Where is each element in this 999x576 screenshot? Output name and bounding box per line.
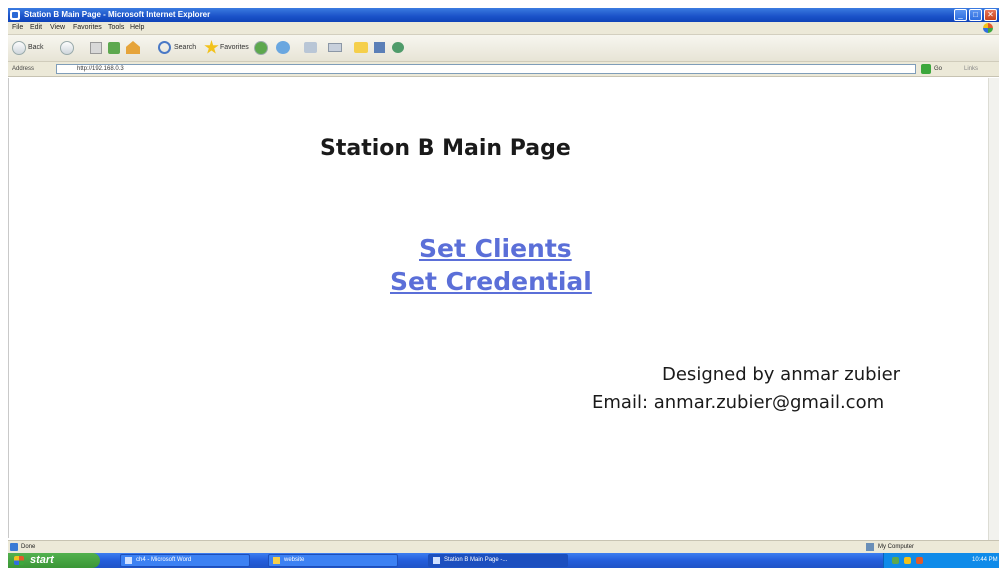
- search-icon[interactable]: [158, 41, 171, 54]
- page-done-icon: [10, 543, 18, 551]
- taskbar-item-word[interactable]: ch4 - Microsoft Word: [120, 554, 250, 567]
- refresh-icon[interactable]: [108, 42, 120, 54]
- menu-file[interactable]: File: [12, 22, 23, 34]
- taskbar-item-website[interactable]: website: [268, 554, 398, 567]
- ie-icon: [433, 557, 440, 564]
- favorites-label[interactable]: Favorites: [220, 40, 249, 56]
- links-button[interactable]: Links: [964, 62, 978, 76]
- menu-tools[interactable]: Tools: [108, 22, 124, 34]
- taskbar-item-station-b[interactable]: Station B Main Page -...: [428, 554, 568, 567]
- email-text: Email: anmar.zubier@gmail.com: [592, 392, 885, 413]
- menu-favorites[interactable]: Favorites: [73, 22, 102, 34]
- favorites-star-icon[interactable]: [204, 40, 219, 54]
- address-input[interactable]: http://192.168.0.3: [56, 64, 916, 74]
- folder-icon: [273, 557, 280, 564]
- window-title-bar[interactable]: Station B Main Page - Microsoft Internet…: [8, 8, 999, 22]
- go-button[interactable]: Go: [934, 62, 942, 76]
- word-icon: [125, 557, 132, 564]
- page-title: Station B Main Page: [320, 136, 571, 161]
- security-zone-text: My Computer: [878, 544, 915, 550]
- vertical-scrollbar[interactable]: [988, 78, 999, 540]
- stop-icon[interactable]: [90, 42, 102, 54]
- status-text: Done: [21, 544, 36, 550]
- windows-logo-icon: [983, 23, 993, 33]
- go-arrow-icon[interactable]: [921, 64, 931, 74]
- status-bar: Done My Computer: [8, 540, 999, 553]
- menu-edit[interactable]: Edit: [30, 22, 42, 34]
- clock[interactable]: 10:44 PM: [972, 553, 998, 568]
- close-button[interactable]: ✕: [984, 9, 997, 21]
- system-tray: 10:44 PM: [883, 553, 999, 568]
- window-title: Station B Main Page - Microsoft Internet…: [24, 10, 211, 19]
- toolbar: Back Search Favorites: [8, 35, 999, 62]
- my-computer-icon: [866, 543, 874, 551]
- taskbar: start ch4 - Microsoft Word website Stati…: [8, 553, 999, 568]
- set-clients-link[interactable]: Set Clients: [419, 234, 572, 263]
- address-label: Address: [12, 66, 35, 72]
- menu-view[interactable]: View: [50, 22, 65, 34]
- set-credential-link[interactable]: Set Credential: [390, 267, 592, 296]
- network-icon[interactable]: [892, 557, 899, 564]
- designed-by-text: Designed by anmar zubier: [662, 364, 901, 385]
- tools-icon[interactable]: [392, 42, 404, 53]
- mail-icon[interactable]: [328, 43, 342, 52]
- menu-help[interactable]: Help: [130, 22, 144, 34]
- messenger-icon[interactable]: [374, 42, 385, 53]
- forward-arrow-icon[interactable]: [60, 41, 74, 55]
- menu-bar: File Edit View Favorites Tools Help: [8, 22, 999, 35]
- volume-icon[interactable]: [904, 557, 911, 564]
- start-button[interactable]: start: [8, 553, 100, 568]
- home-icon[interactable]: [126, 41, 140, 54]
- ie-icon: [10, 10, 20, 20]
- maximize-button[interactable]: □: [969, 9, 982, 21]
- windows-flag-icon: [14, 556, 24, 565]
- back-arrow-icon[interactable]: [12, 41, 26, 55]
- back-label[interactable]: Back: [28, 40, 44, 56]
- address-bar: Address http://192.168.0.3 Go Links: [8, 62, 999, 77]
- history-icon[interactable]: [276, 41, 290, 54]
- folder-icon[interactable]: [354, 42, 368, 53]
- media-icon[interactable]: [254, 41, 268, 55]
- search-label[interactable]: Search: [174, 40, 196, 56]
- security-icon[interactable]: [916, 557, 923, 564]
- minimize-button[interactable]: _: [954, 9, 967, 21]
- start-label: start: [30, 554, 54, 566]
- print-icon[interactable]: [304, 42, 317, 53]
